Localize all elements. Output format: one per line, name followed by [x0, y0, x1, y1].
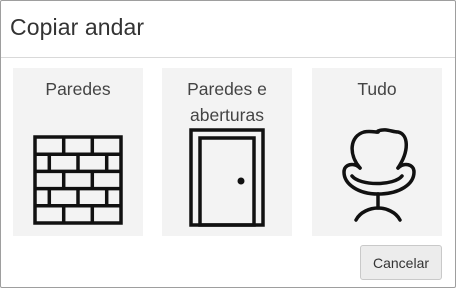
brick-wall-icon	[33, 135, 123, 225]
option-walls[interactable]: Paredes	[13, 68, 143, 236]
copy-floor-dialog: Copiar andar Paredes Paredes e aberturas…	[0, 0, 456, 288]
door-icon	[189, 128, 265, 227]
option-everything[interactable]: Tudo	[312, 68, 442, 236]
armchair-icon	[342, 128, 416, 222]
cancel-button[interactable]: Cancelar	[360, 245, 442, 280]
title-divider	[1, 57, 455, 58]
dialog-title: Copiar andar	[10, 14, 145, 40]
option-walls-and-openings[interactable]: Paredes e aberturas	[162, 68, 292, 236]
